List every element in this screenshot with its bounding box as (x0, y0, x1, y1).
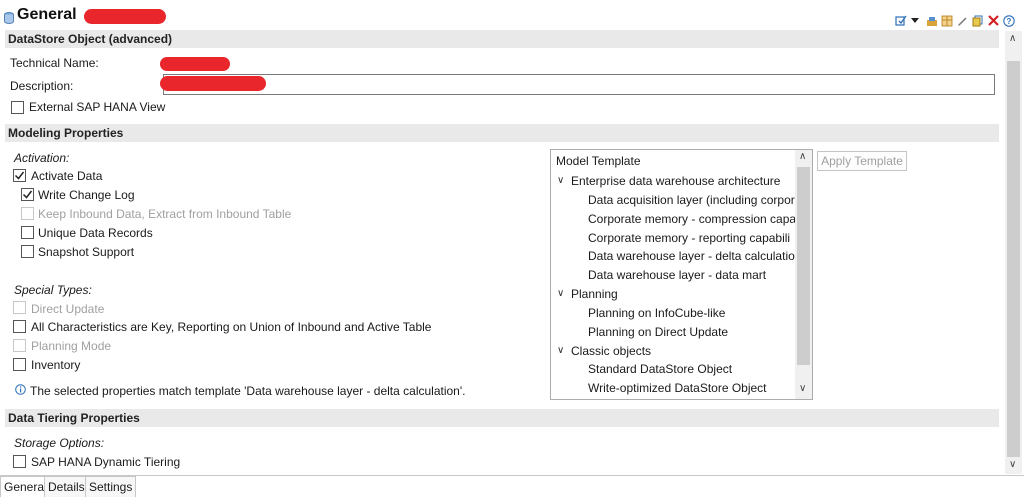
dynamic-tiering-checkbox[interactable] (13, 455, 26, 468)
external-view-checkbox[interactable] (11, 101, 24, 114)
checkmark-icon (22, 190, 33, 199)
database-icon (4, 12, 14, 24)
activate-data-checkbox[interactable] (13, 169, 26, 182)
tree-group-classic[interactable]: Classic objects (571, 344, 651, 358)
copy-icon[interactable] (972, 15, 984, 27)
chevron-down-icon[interactable]: ∨ (557, 175, 564, 186)
apply-template-button[interactable]: Apply Template (817, 151, 907, 171)
unique-records-checkbox[interactable] (21, 226, 34, 239)
unique-records-label: Unique Data Records (38, 226, 153, 240)
tree-item[interactable]: Standard DataStore Object (588, 362, 732, 376)
tab-settings[interactable]: Settings (85, 476, 137, 497)
keep-inbound-checkbox[interactable] (21, 207, 34, 220)
technical-name-value (160, 57, 230, 71)
write-change-log-checkbox[interactable] (21, 188, 34, 201)
model-template-tree[interactable]: Model Template ∨ Enterprise data warehou… (550, 149, 813, 400)
tree-item[interactable]: Planning on InfoCube-like (588, 306, 725, 320)
scroll-up-icon[interactable]: ∧ (1009, 33, 1016, 44)
tree-item[interactable]: Data warehouse layer - delta calculation (588, 249, 801, 263)
section-header-datastore: DataStore Object (advanced) (5, 30, 999, 48)
tab-divider (0, 475, 1024, 476)
description-label: Description: (10, 79, 74, 93)
scroll-up-icon[interactable]: ∧ (799, 151, 806, 162)
activate-icon[interactable] (895, 15, 907, 27)
description-field[interactable] (163, 74, 995, 95)
direct-update-checkbox[interactable] (13, 301, 26, 314)
tree-item[interactable]: Planning on Direct Update (588, 325, 728, 339)
external-view-label: External SAP HANA View (29, 100, 166, 114)
chevron-down-icon[interactable]: ∨ (557, 345, 564, 356)
chevron-down-icon[interactable]: ∨ (557, 288, 564, 299)
description-value (160, 76, 266, 91)
tree-scrollbar-thumb[interactable] (797, 167, 810, 365)
delete-icon[interactable] (988, 15, 999, 26)
main-scrollbar[interactable]: ∧ ∨ (1005, 31, 1022, 474)
planning-mode-label: Planning Mode (31, 339, 112, 353)
special-types-label: Special Types: (14, 283, 92, 297)
dynamic-tiering-label: SAP HANA Dynamic Tiering (31, 455, 181, 469)
tree-item[interactable]: Write-optimized DataStore Object (588, 381, 767, 395)
write-change-log-label: Write Change Log (38, 188, 135, 202)
direct-update-label: Direct Update (31, 302, 105, 316)
storage-options-label: Storage Options: (14, 436, 105, 450)
tree-item[interactable]: Corporate memory - reporting capabili (588, 231, 790, 245)
table-icon[interactable] (941, 15, 953, 27)
redacted-name (84, 9, 166, 24)
help-icon[interactable]: ? (1003, 15, 1015, 27)
tab-details[interactable]: Details (44, 476, 89, 497)
edit-icon[interactable] (957, 15, 969, 27)
tree-item[interactable]: Data acquisition layer (including corpor (588, 193, 795, 207)
keep-inbound-label: Keep Inbound Data, Extract from Inbound … (38, 207, 292, 221)
scroll-down-icon[interactable]: ∨ (1009, 459, 1016, 470)
tree-group-edw[interactable]: Enterprise data warehouse architecture (571, 174, 780, 188)
manage-icon[interactable] (926, 15, 938, 27)
activate-data-label: Activate Data (31, 169, 103, 183)
editor-header: General ? (0, 0, 1024, 32)
section-header-modeling: Modeling Properties (5, 124, 999, 142)
svg-text:?: ? (1007, 17, 1012, 26)
scroll-down-icon[interactable]: ∨ (799, 383, 806, 394)
planning-mode-checkbox[interactable] (13, 339, 26, 352)
inventory-label: Inventory (31, 358, 81, 372)
technical-name-label: Technical Name: (10, 56, 99, 70)
tree-item[interactable]: Corporate memory - compression capa (588, 212, 796, 226)
inventory-checkbox[interactable] (13, 358, 26, 371)
template-match-info: The selected properties match template '… (30, 384, 466, 398)
all-characteristics-label: All Characteristics are Key, Reporting o… (31, 320, 432, 334)
tree-item[interactable]: Data warehouse layer - data mart (588, 268, 766, 282)
tree-header: Model Template (556, 154, 641, 168)
info-icon (15, 384, 26, 395)
all-characteristics-checkbox[interactable] (13, 320, 26, 333)
section-header-tiering: Data Tiering Properties (5, 409, 999, 427)
snapshot-support-checkbox[interactable] (21, 245, 34, 258)
snapshot-support-label: Snapshot Support (38, 245, 135, 259)
dropdown-arrow-icon[interactable] (911, 18, 919, 24)
activation-label: Activation: (14, 151, 70, 165)
checkmark-icon (14, 171, 25, 180)
main-scrollbar-thumb[interactable] (1007, 61, 1020, 457)
tree-group-planning[interactable]: Planning (571, 287, 618, 301)
page-title: General (17, 6, 77, 23)
tree-scrollbar[interactable]: ∧ ∨ (795, 150, 812, 399)
